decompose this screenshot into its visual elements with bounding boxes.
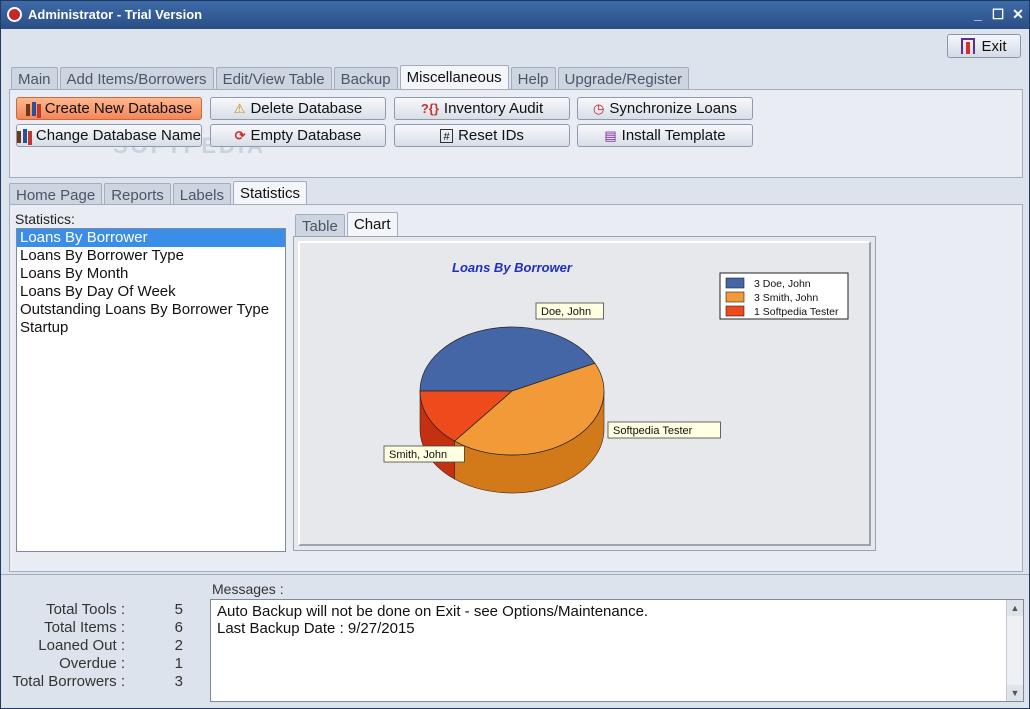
messages-box[interactable]: Auto Backup will not be done on Exit - s… — [210, 599, 1024, 702]
delete-database-button[interactable]: ⚠ Delete Database — [210, 97, 386, 120]
create-new-database-label: Create New Database — [44, 100, 193, 117]
question-braces-icon: ?{} — [420, 100, 439, 116]
summary-row: Total Items : 6 — [9, 619, 204, 637]
tab-add-items-borrowers[interactable]: Add Items/Borrowers — [59, 67, 214, 91]
books-icon — [17, 128, 31, 143]
legend-entry: 3 Smith, John — [754, 292, 818, 304]
books-icon — [25, 101, 40, 116]
tab-help[interactable]: Help — [510, 67, 556, 91]
install-template-label: Install Template — [621, 127, 726, 144]
list-item[interactable]: Outstanding Loans By Borrower Type — [17, 301, 285, 319]
summary-value: 5 — [174, 601, 183, 618]
list-item[interactable]: Startup — [17, 319, 285, 337]
view-tab-strip: Table Chart — [295, 211, 400, 239]
app-icon — [7, 7, 22, 22]
summary-row: Loaned Out : 2 — [9, 637, 204, 655]
window-title: Administrator - Trial Version — [28, 7, 203, 22]
change-database-name-label: Change Database Name — [35, 127, 201, 144]
summary-value: 3 — [174, 673, 183, 690]
slice-label: Doe, John — [541, 306, 591, 318]
chart-title: Loans By Borrower — [452, 260, 573, 275]
minimize-button[interactable]: _ — [969, 5, 987, 23]
statistics-listbox[interactable]: Loans By Borrower Loans By Borrower Type… — [16, 228, 286, 552]
message-line: Last Backup Date : 9/27/2015 — [217, 620, 415, 637]
inventory-audit-button[interactable]: ?{} Inventory Audit — [394, 97, 570, 120]
chart-frame: Loans By Borrower Doe, John Smith, John Sof… — [293, 236, 876, 551]
install-template-button[interactable]: ▤ Install Template — [577, 124, 753, 147]
tab-main[interactable]: Main — [11, 67, 58, 91]
close-button[interactable]: ✕ — [1009, 5, 1027, 23]
summary-counts: Total Tools : 5 Total Items : 6 Loaned Out… — [9, 601, 204, 691]
summary-row: Total Borrowers : 3 — [9, 673, 204, 691]
summary-label: Loaned Out : — [38, 637, 125, 654]
summary-label: Total Items : — [44, 619, 125, 636]
legend-swatch — [725, 291, 745, 303]
summary-row: Total Tools : 5 — [9, 601, 204, 619]
summary-label: Total Borrowers : — [12, 673, 125, 690]
synchronize-loans-button[interactable]: ◷ Synchronize Loans — [577, 97, 753, 120]
tab-upgrade-register[interactable]: Upgrade/Register — [557, 67, 690, 91]
summary-value: 2 — [174, 637, 183, 654]
legend-entry: 1 Softpedia Tester — [754, 306, 839, 318]
scroll-down-arrow-icon[interactable]: ▼ — [1007, 685, 1023, 701]
change-database-name-button[interactable]: Change Database Name — [16, 124, 202, 147]
slice-label: Smith, John — [389, 449, 447, 461]
empty-database-label: Empty Database — [250, 127, 362, 144]
summary-row: Overdue : 1 — [9, 655, 204, 673]
tab-miscellaneous[interactable]: Miscellaneous — [399, 65, 509, 92]
summary-label: Overdue : — [59, 655, 125, 672]
chart-area: Loans By Borrower Doe, John Smith, John Sof… — [298, 241, 871, 546]
create-new-database-button[interactable]: Create New Database — [16, 97, 202, 120]
main-tab-strip: Main Add Items/Borrowers Edit/View Table… — [11, 64, 691, 92]
message-line: Auto Backup will not be done on Exit - s… — [217, 603, 649, 620]
sub-tab-strip: Home Page Reports Labels Statistics — [9, 180, 309, 208]
title-bar: Administrator - Trial Version _ ☐ ✕ — [1, 1, 1029, 29]
door-icon — [961, 38, 976, 54]
summary-value: 6 — [174, 619, 183, 636]
reset-ids-button[interactable]: # Reset IDs — [394, 124, 570, 147]
pie-chart: Loans By Borrower Doe, John Smith, John Sof… — [383, 260, 849, 494]
slice-label: Softpedia Tester — [613, 425, 693, 437]
tab-edit-view-table[interactable]: Edit/View Table — [215, 67, 332, 91]
summary-value: 1 — [174, 655, 183, 672]
legend-entry: 3 Doe, John — [754, 278, 811, 290]
list-item[interactable]: Loans By Day Of Week — [17, 283, 285, 301]
scroll-up-arrow-icon[interactable]: ▲ — [1007, 600, 1023, 616]
cycle-icon: ⟳ — [234, 127, 246, 143]
maximize-button[interactable]: ☐ — [989, 5, 1007, 23]
exit-button[interactable]: Exit — [947, 34, 1021, 58]
list-item[interactable]: Loans By Borrower Type — [17, 247, 285, 265]
exit-label: Exit — [981, 37, 1007, 55]
summary-label: Total Tools : — [46, 601, 125, 618]
inventory-audit-label: Inventory Audit — [443, 100, 544, 117]
list-item[interactable]: Loans By Borrower — [17, 229, 285, 247]
hash-icon: # — [440, 128, 454, 143]
tab-backup[interactable]: Backup — [333, 67, 398, 91]
warning-icon: ⚠ — [233, 100, 246, 116]
clock-icon: ◷ — [593, 100, 605, 116]
tab-chart[interactable]: Chart — [346, 212, 398, 239]
list-item[interactable]: Loans By Month — [17, 265, 285, 283]
synchronize-loans-label: Synchronize Loans — [609, 100, 737, 117]
legend-swatch — [725, 277, 745, 289]
messages-scrollbar[interactable]: ▲ ▼ — [1006, 600, 1023, 701]
app-window: Administrator - Trial Version _ ☐ ✕ Exit… — [0, 0, 1030, 709]
empty-database-button[interactable]: ⟳ Empty Database — [210, 124, 386, 147]
legend-swatch — [725, 305, 745, 317]
statistics-label: Statistics: — [15, 211, 75, 227]
delete-database-label: Delete Database — [250, 100, 363, 117]
reset-ids-label: Reset IDs — [458, 127, 524, 144]
template-icon: ▤ — [604, 127, 617, 143]
tab-table[interactable]: Table — [295, 214, 345, 238]
messages-label: Messages : — [212, 581, 284, 597]
